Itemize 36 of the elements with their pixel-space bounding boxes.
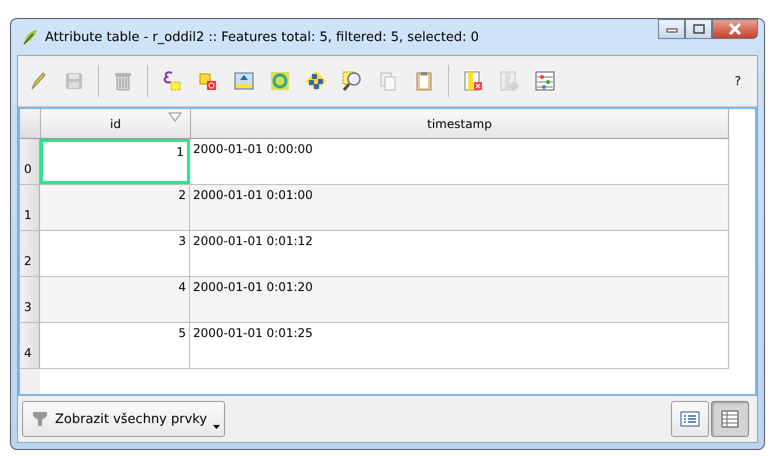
table-cell: 4 <box>40 277 190 322</box>
filter-icon <box>31 410 49 428</box>
row-header[interactable]: 4 <box>20 323 40 368</box>
row-header[interactable]: 0 <box>20 139 40 184</box>
table-cell: 2000-01-01 0:01:00 <box>190 185 729 230</box>
table-cell: 2000-01-01 0:01:12 <box>190 231 729 276</box>
table-cell: 2000-01-01 0:00:00 <box>190 139 729 184</box>
column-header[interactable]: id <box>41 109 191 138</box>
sort-icon <box>168 112 182 122</box>
column-header[interactable]: timestamp <box>191 109 729 138</box>
close-button[interactable] <box>712 19 758 39</box>
row-header[interactable]: 1 <box>20 185 40 230</box>
calculator-tool-icon[interactable] <box>533 69 557 93</box>
form-view-icon <box>680 411 700 427</box>
table-view-icon <box>721 410 739 428</box>
minimize-button[interactable] <box>658 19 685 39</box>
table-cell: 2000-01-01 0:01:20 <box>190 277 729 322</box>
invert-tool-icon[interactable] <box>268 69 292 93</box>
table-cell: 2000-01-01 0:01:25 <box>190 323 729 368</box>
table-cell: 2 <box>40 185 190 230</box>
table-cell: 5 <box>40 323 190 368</box>
row-header[interactable]: 2 <box>20 231 40 276</box>
window-title: Attribute table - r_oddil2 :: Features total: 5, filtered: 5, selected: 0 <box>45 30 479 44</box>
row-header[interactable]: 3 <box>20 277 40 322</box>
table-view-button[interactable] <box>711 401 749 437</box>
leaf-icon <box>21 28 39 46</box>
table-cell: 1 <box>40 139 190 184</box>
form-view-button[interactable] <box>671 401 709 437</box>
maximize-button[interactable] <box>685 19 712 39</box>
maximize-icon <box>692 24 704 34</box>
close-icon <box>728 23 742 35</box>
pan-tool-icon[interactable] <box>304 69 328 93</box>
help-button[interactable]: ? <box>734 74 749 88</box>
caret-icon <box>213 425 220 430</box>
table-cell: 3 <box>40 231 190 276</box>
filter-dropdown[interactable]: Zobrazit všechny prvky <box>22 401 226 437</box>
